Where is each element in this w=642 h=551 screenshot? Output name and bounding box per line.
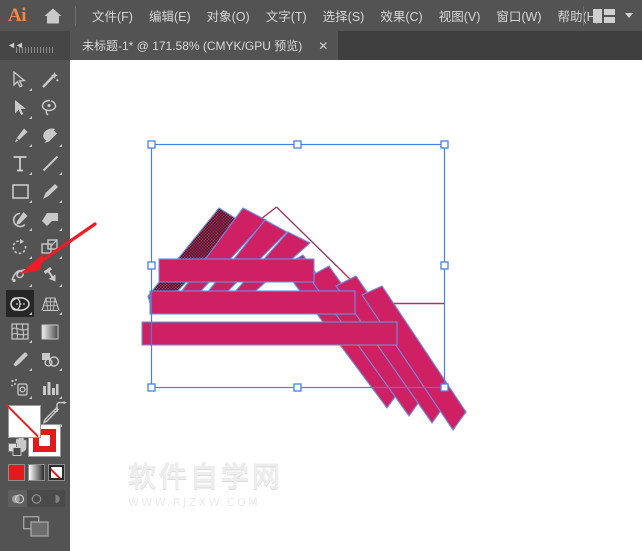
watermark-sub-text: WWW.RJZXW.COM: [128, 496, 261, 509]
menu-window[interactable]: 窗口(W): [488, 0, 549, 31]
drag-handle-icon[interactable]: [16, 47, 54, 53]
gradient-tool[interactable]: [36, 318, 64, 345]
workspace-area: [580, 0, 638, 31]
watermark-main-text: 软件自学网: [128, 460, 284, 493]
shape-builder-tool[interactable]: [6, 290, 34, 317]
direct-selection-tool[interactable]: [6, 94, 34, 121]
lasso-tool[interactable]: [36, 94, 64, 121]
menu-item-list: 文件(F) 编辑(E) 对象(O) 文字(T) 选择(S) 效果(C) 视图(V…: [84, 0, 608, 31]
rectangle-tool[interactable]: [6, 178, 34, 205]
magic-wand-tool[interactable]: [36, 66, 64, 93]
eyedropper-tool[interactable]: [6, 346, 34, 373]
type-tool[interactable]: [6, 150, 34, 177]
menu-object[interactable]: 对象(O): [199, 0, 258, 31]
menu-view[interactable]: 视图(V): [431, 0, 489, 31]
color-mode-none[interactable]: [48, 464, 65, 481]
close-icon[interactable]: ✕: [318, 31, 328, 60]
symbol-sprayer-tool[interactable]: [6, 374, 34, 401]
paintbrush-tool[interactable]: [36, 178, 64, 205]
curvature-tool[interactable]: [36, 122, 64, 149]
menu-file[interactable]: 文件(F): [84, 0, 141, 31]
width-tool[interactable]: [6, 262, 34, 289]
tools-panel: [0, 47, 70, 551]
fill-stroke-controls: [5, 401, 67, 457]
pen-tool[interactable]: [6, 122, 34, 149]
screen-mode-button[interactable]: [23, 516, 49, 542]
color-mode-row: [8, 464, 65, 481]
workspace-divider: [583, 5, 584, 26]
eraser-tool[interactable]: [36, 206, 64, 233]
menu-type[interactable]: 文字(T): [258, 0, 315, 31]
draw-normal-mode[interactable]: [8, 490, 27, 507]
app-logo: Ai: [8, 4, 27, 26]
draw-behind-mode[interactable]: [27, 490, 46, 507]
chevron-down-icon[interactable]: [625, 13, 633, 18]
left-edge-stripes: [147, 207, 311, 304]
color-mode-gradient[interactable]: [28, 464, 45, 481]
line-segment-tool[interactable]: [36, 150, 64, 177]
fill-swatch[interactable]: [5, 404, 41, 438]
illustrator-window: Ai 文件(F) 编辑(E) 对象(O) 文字(T) 选择(S) 效果(C) 视…: [0, 0, 642, 551]
document-tab-bar: 未标题-1* @ 171.58% (CMYK/GPU 预览) ✕: [0, 31, 642, 60]
menu-divider: [75, 5, 76, 26]
home-icon[interactable]: [34, 0, 72, 31]
mesh-tool[interactable]: [6, 318, 34, 345]
shaper-tool[interactable]: [6, 206, 34, 233]
watermark: 软件自学网 WWW.RJZXW.COM: [128, 455, 348, 509]
draw-inside-mode[interactable]: [46, 490, 65, 507]
drawing-mode-row: [8, 490, 65, 507]
workspace-layout-icon[interactable]: [587, 8, 621, 23]
perspective-grid-tool[interactable]: [36, 290, 64, 317]
document-tab[interactable]: 未标题-1* @ 171.58% (CMYK/GPU 预览) ✕: [70, 31, 339, 60]
color-mode-color[interactable]: [8, 464, 25, 481]
menu-bar: Ai 文件(F) 编辑(E) 对象(O) 文字(T) 选择(S) 效果(C) 视…: [0, 0, 642, 31]
blend-tool[interactable]: [36, 346, 64, 373]
selection-tool[interactable]: [6, 66, 34, 93]
menu-effect[interactable]: 效果(C): [372, 0, 430, 31]
document-tab-label: 未标题-1* @ 171.58% (CMYK/GPU 预览): [82, 39, 303, 53]
menu-edit[interactable]: 编辑(E): [141, 0, 199, 31]
free-transform-tool[interactable]: [36, 262, 64, 289]
default-fill-stroke-icon[interactable]: [8, 443, 23, 462]
rotate-tool[interactable]: [6, 234, 34, 261]
swap-fill-stroke-icon[interactable]: [55, 401, 68, 419]
document-canvas[interactable]: 软件自学网 WWW.RJZXW.COM: [70, 60, 642, 551]
scale-tool[interactable]: [36, 234, 64, 261]
column-graph-tool[interactable]: [36, 374, 64, 401]
menu-select[interactable]: 选择(S): [315, 0, 373, 31]
toolbar-header: ◄◄: [0, 31, 70, 60]
